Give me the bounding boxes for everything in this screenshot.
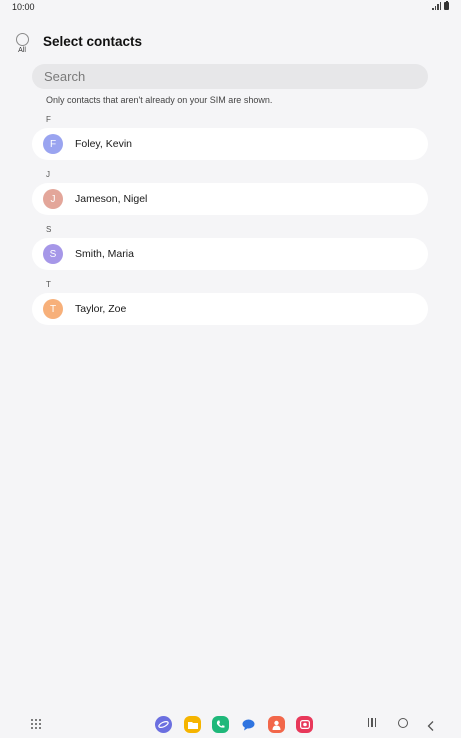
section-header-s: S (46, 225, 52, 234)
my-files-icon[interactable] (184, 716, 201, 733)
contacts-icon[interactable] (268, 716, 285, 733)
internet-icon[interactable] (155, 716, 172, 733)
contact-row[interactable]: S Smith, Maria (32, 238, 428, 270)
navigation-bar (0, 708, 461, 738)
search-box[interactable] (32, 64, 428, 89)
select-all-label: All (18, 47, 26, 54)
search-input[interactable] (32, 64, 428, 89)
sim-notice: Only contacts that aren't already on you… (46, 95, 273, 105)
contact-name: Taylor, Zoe (75, 303, 127, 315)
section-header-j: J (46, 170, 50, 179)
contact-name: Smith, Maria (75, 248, 134, 260)
select-all-circle-icon (15, 33, 29, 46)
status-time: 10:00 (12, 2, 35, 12)
apps-grid-icon[interactable] (31, 719, 41, 729)
contact-row[interactable]: F Foley, Kevin (32, 128, 428, 160)
signal-icon (432, 2, 441, 10)
page-title: Select contacts (43, 34, 143, 49)
back-button[interactable] (427, 718, 434, 736)
back-chevron-icon (427, 721, 434, 731)
select-all-checkbox[interactable]: All (13, 33, 31, 54)
messages-icon[interactable] (240, 716, 257, 733)
contact-row[interactable]: T Taylor, Zoe (32, 293, 428, 325)
screen-recorder-icon[interactable] (296, 716, 313, 733)
recents-button[interactable] (368, 718, 376, 727)
contact-name: Foley, Kevin (75, 138, 132, 150)
status-bar: 10:00 (0, 0, 461, 16)
avatar: F (43, 134, 63, 154)
status-icons (432, 0, 449, 10)
avatar: S (43, 244, 63, 264)
battery-icon (444, 0, 449, 10)
section-header-t: T (46, 280, 51, 289)
phone-icon[interactable] (212, 716, 229, 733)
avatar: T (43, 299, 63, 319)
home-button[interactable] (398, 718, 408, 728)
avatar: J (43, 189, 63, 209)
contact-row[interactable]: J Jameson, Nigel (32, 183, 428, 215)
contact-name: Jameson, Nigel (75, 193, 148, 205)
section-header-f: F (46, 115, 51, 124)
